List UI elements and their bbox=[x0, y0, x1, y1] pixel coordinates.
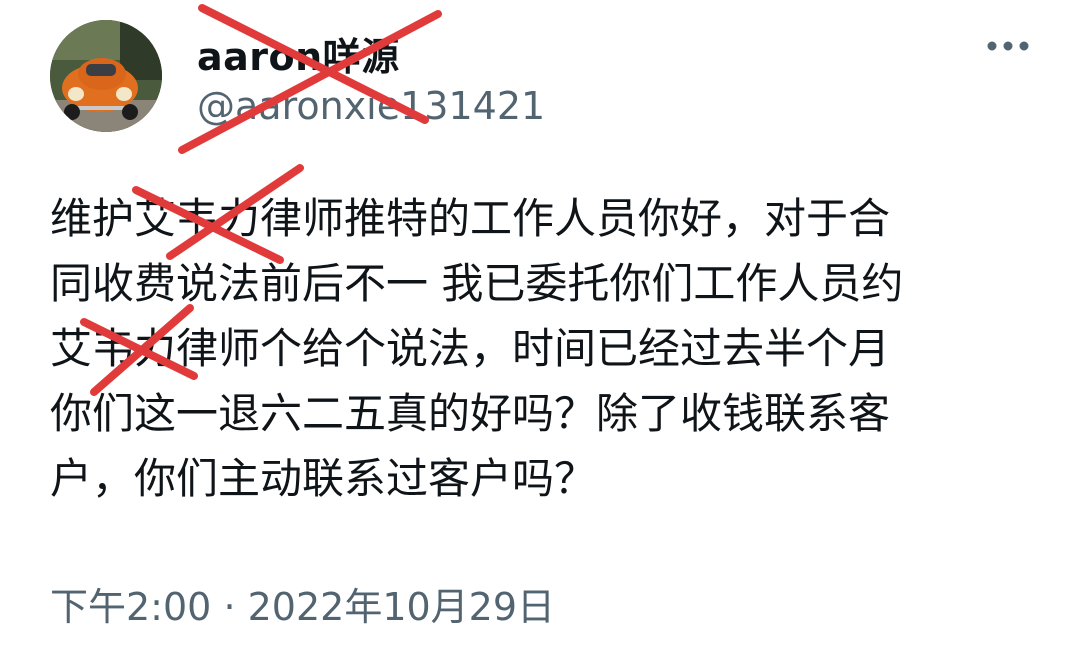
more-options-button[interactable] bbox=[984, 34, 1032, 58]
more-horizontal-icon bbox=[987, 41, 1029, 51]
tweet-timestamp: 下午2:00 · 2022年10月29日 bbox=[50, 576, 555, 631]
avatar[interactable] bbox=[50, 20, 162, 132]
tweet-text-line: 户，你们主动联系过客户吗？ bbox=[50, 454, 597, 503]
tweet-date[interactable]: 2022年10月29日 bbox=[248, 585, 555, 629]
tweet-text-line: 艾韦力律师个给个说法，时间已经过去半个月 bbox=[50, 324, 891, 373]
author-display-name[interactable]: aaron咩源 bbox=[197, 26, 400, 81]
author-handle[interactable]: @aaronxie131421 bbox=[197, 84, 545, 128]
tweet-text-line: 你们这一退六二五真的好吗？除了收钱联系客 bbox=[50, 389, 891, 438]
tweet-text-line: 维护艾韦力律师推特的工作人员你好，对于合 bbox=[50, 194, 891, 243]
tweet-text: 维护艾韦力律师推特的工作人员你好，对于合 同收费说法前后不一 我已委托你们工作人… bbox=[50, 186, 1050, 511]
meta-separator: · bbox=[223, 585, 236, 629]
tweet-time[interactable]: 下午2:00 bbox=[50, 585, 211, 629]
tweet-card: aaron咩源 @aaronxie131421 维护艾韦力律师推特的工作人员你好… bbox=[0, 0, 1080, 656]
tweet-text-line: 同收费说法前后不一 我已委托你们工作人员约 bbox=[50, 259, 904, 308]
